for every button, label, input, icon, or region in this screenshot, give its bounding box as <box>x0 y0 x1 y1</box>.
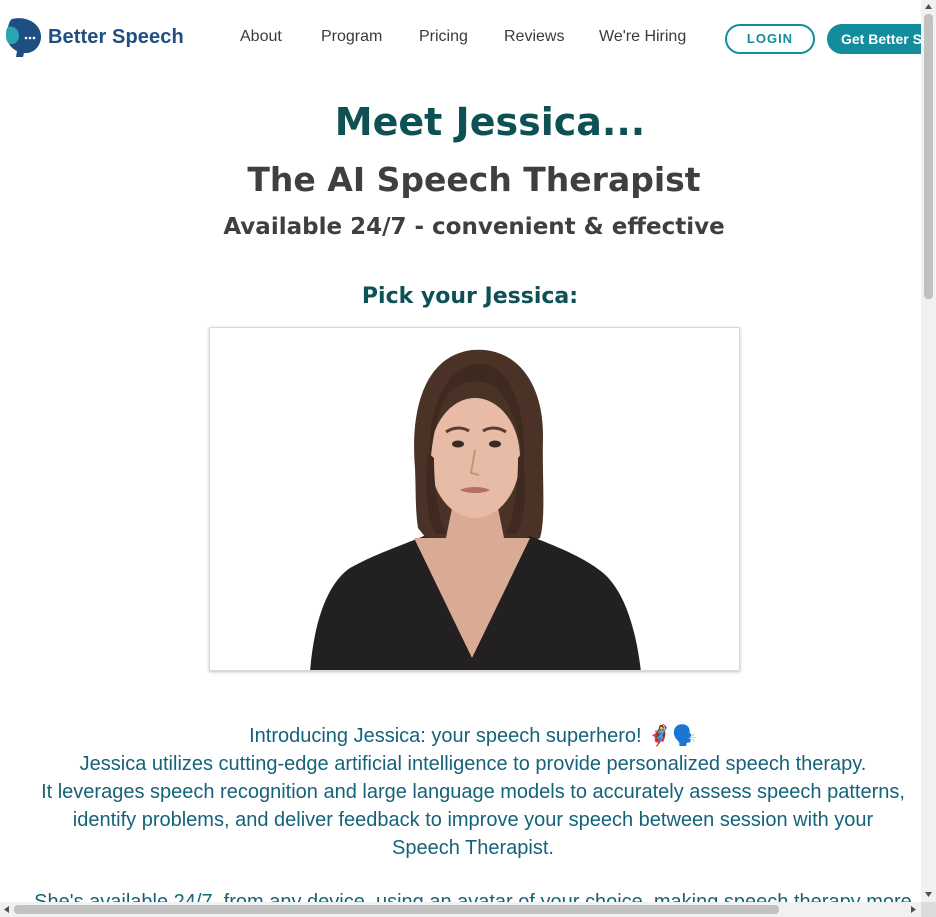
horizontal-scrollbar[interactable] <box>0 902 921 917</box>
scroll-left-arrow-icon[interactable] <box>4 906 9 913</box>
brand-name: Better Speech <box>48 25 184 48</box>
logo-head-icon <box>6 17 42 57</box>
nav-item-hiring[interactable]: We're Hiring <box>599 28 686 46</box>
brand-logo[interactable]: Better Speech <box>6 17 184 57</box>
horizontal-scroll-thumb[interactable] <box>14 905 779 914</box>
scroll-right-arrow-icon[interactable] <box>911 906 916 913</box>
page-title: Meet Jessica... <box>334 100 646 144</box>
pick-jessica-heading: Pick your Jessica: <box>361 284 579 309</box>
intro-line: Introducing Jessica: your speech superhe… <box>249 725 697 747</box>
jessica-avatar-image <box>310 349 641 670</box>
avatar-video-player[interactable] <box>209 327 740 671</box>
get-better-speech-button[interactable]: Get Better Speech <box>827 24 921 54</box>
intro-line: It leverages speech recognition and larg… <box>41 781 905 803</box>
tagline: Available 24/7 - convenient & effective <box>223 214 725 240</box>
intro-line: identify problems, and deliver feedback … <box>72 809 874 831</box>
scroll-up-arrow-icon[interactable] <box>925 4 932 9</box>
intro-paragraph: Introducing Jessica: your speech superhe… <box>0 722 921 862</box>
scrollbar-corner <box>921 902 936 917</box>
nav-item-pricing[interactable]: Pricing <box>419 28 468 46</box>
page-viewport: Better Speech About Program Pricing Revi… <box>0 0 921 902</box>
scroll-down-arrow-icon[interactable] <box>925 892 932 897</box>
vertical-scrollbar[interactable] <box>921 0 936 902</box>
nav-item-reviews[interactable]: Reviews <box>504 28 564 46</box>
nav-item-program[interactable]: Program <box>321 28 382 46</box>
intro-line: Jessica utilizes cutting-edge artificial… <box>79 753 867 775</box>
intro-line: Speech Therapist. <box>392 837 554 859</box>
nav-item-about[interactable]: About <box>240 28 282 46</box>
site-header: Better Speech About Program Pricing Revi… <box>0 0 921 78</box>
login-button[interactable]: LOGIN <box>725 24 815 54</box>
availability-paragraph: She's available 24/7, from any device, u… <box>34 891 912 902</box>
vertical-scroll-thumb[interactable] <box>924 14 933 299</box>
page-subtitle: The AI Speech Therapist <box>247 160 701 199</box>
